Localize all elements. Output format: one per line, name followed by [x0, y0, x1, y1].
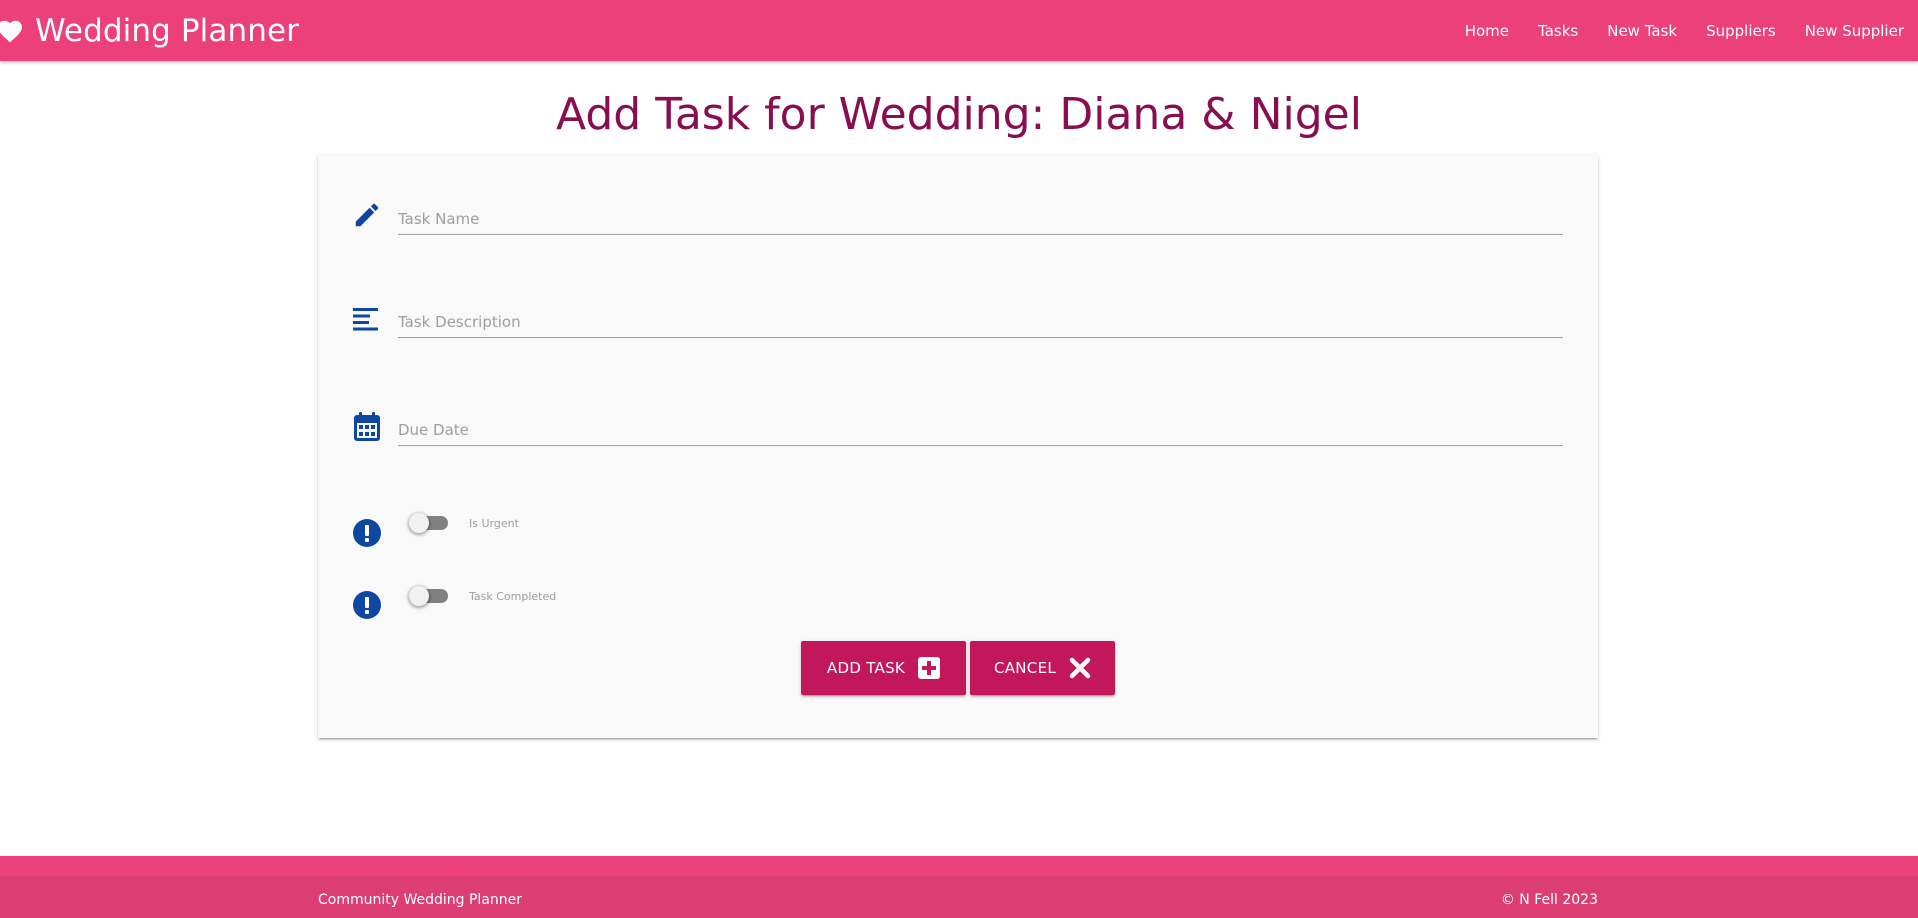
due-date-field [398, 415, 1563, 446]
due-date-input[interactable] [398, 415, 1563, 446]
task-description-field [398, 307, 1563, 338]
nav-links: Home Tasks New Task Suppliers New Suppli… [1465, 0, 1904, 61]
switch-knob [409, 586, 429, 606]
is-urgent-toggle[interactable] [409, 513, 448, 533]
pencil-icon [352, 200, 382, 230]
heart-icon [0, 20, 22, 42]
add-task-button[interactable]: ADD TASK [801, 641, 966, 695]
brand-name: Wedding Planner [35, 12, 299, 49]
exclamation-circle-icon [352, 518, 382, 548]
task-description-input[interactable] [398, 307, 1563, 338]
nav-link-suppliers[interactable]: Suppliers [1706, 22, 1776, 40]
nav-link-tasks[interactable]: Tasks [1538, 22, 1578, 40]
nav-link-new-supplier[interactable]: New Supplier [1805, 22, 1904, 40]
cancel-button[interactable]: CANCEL [970, 641, 1115, 695]
plus-square-icon [918, 657, 941, 679]
nav-link-new-task[interactable]: New Task [1607, 22, 1677, 40]
text-lines-icon [352, 304, 382, 334]
is-urgent-label: Is Urgent [469, 516, 519, 530]
is-urgent-switch[interactable]: Is Urgent [409, 513, 519, 533]
footer-copyright: © N Fell 2023 [1500, 892, 1598, 908]
brand-logo[interactable]: Wedding Planner [0, 0, 299, 61]
add-task-label: ADD TASK [826, 659, 906, 677]
task-completed-label: Task Completed [469, 589, 557, 603]
switch-knob [409, 513, 429, 533]
task-completed-switch[interactable]: Task Completed [409, 586, 557, 606]
calendar-icon [352, 412, 382, 442]
task-form-card: Is Urgent Task Completed ADD TASK CANCEL [318, 155, 1598, 738]
footer-copyright-bar: Community Wedding Planner © N Fell 2023 [0, 876, 1918, 918]
task-name-field [398, 204, 1563, 235]
exclamation-circle-icon [352, 590, 382, 620]
footer-site-name: Community Wedding Planner [318, 892, 523, 908]
task-completed-toggle[interactable] [409, 586, 448, 606]
cancel-label: CANCEL [993, 659, 1057, 677]
footer: Community Wedding Planner © N Fell 2023 [0, 856, 1918, 918]
navbar: Wedding Planner Home Tasks New Task Supp… [0, 0, 1918, 61]
task-name-input[interactable] [398, 204, 1563, 235]
page-title: Add Task for Wedding: Diana & Nigel [556, 89, 1362, 140]
nav-link-home[interactable]: Home [1465, 22, 1509, 40]
close-icon [1069, 657, 1091, 679]
